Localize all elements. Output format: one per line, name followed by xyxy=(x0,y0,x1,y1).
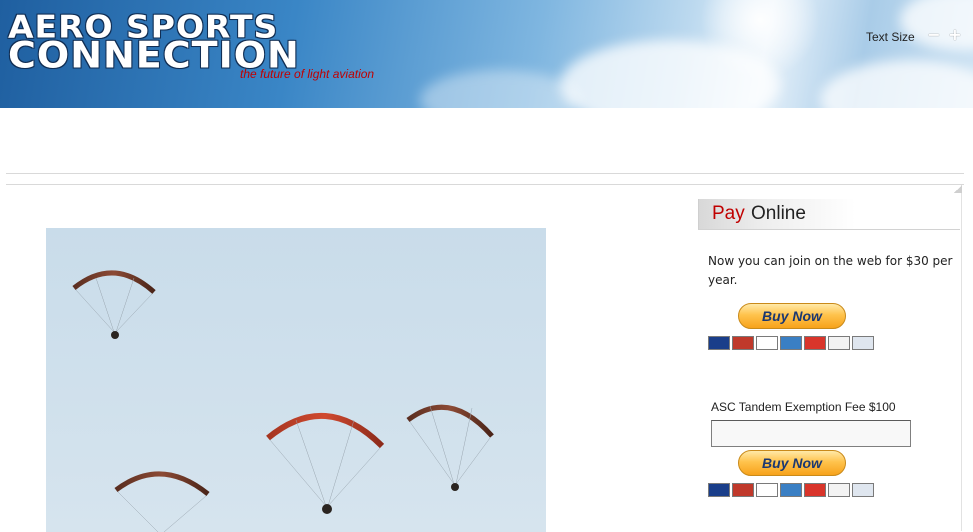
join-text: Now you can join on the web for $30 per … xyxy=(708,254,953,287)
mastercard-icon xyxy=(732,483,754,497)
unionpay-card-icon xyxy=(804,483,826,497)
paraglider xyxy=(406,404,494,485)
visa-card-icon xyxy=(756,483,778,497)
payment-cards xyxy=(708,483,874,497)
buy-now-button-tandem[interactable]: Buy Now xyxy=(738,450,846,476)
module-title-rest: Online xyxy=(751,203,806,224)
text-size-decrease-button[interactable]: − xyxy=(927,27,941,43)
bank-card-icon xyxy=(852,336,874,350)
paraglider xyxy=(114,471,210,532)
module-title-accent: Pay xyxy=(712,203,745,224)
payment-cards xyxy=(708,336,874,350)
amex-card-icon xyxy=(780,336,802,350)
amex-card-icon xyxy=(780,483,802,497)
divider xyxy=(6,173,964,174)
mastercard-icon xyxy=(732,336,754,350)
tandem-fee-label: ASC Tandem Exemption Fee $100 xyxy=(711,400,896,414)
pilot-figure xyxy=(111,331,119,339)
module-title: Pay Online xyxy=(698,199,960,230)
cloud-decoration xyxy=(820,60,973,108)
maestro-card-icon xyxy=(708,336,730,350)
cloud-decoration xyxy=(420,70,580,108)
paragliders-illustration xyxy=(72,270,494,532)
site-tagline: the future of light aviation xyxy=(240,67,375,81)
bank-card-icon xyxy=(852,483,874,497)
buy-now-button-membership[interactable]: Buy Now xyxy=(738,303,846,329)
module-border xyxy=(961,193,962,531)
pay-online-module: Pay Online Now you can join on the web f… xyxy=(698,185,964,532)
discover-card-icon xyxy=(828,483,850,497)
site-header: AERO SPORTS CONNECTION the future of lig… xyxy=(0,0,973,108)
paragliders-photo xyxy=(46,228,546,532)
visa-card-icon xyxy=(756,336,778,350)
pilot-figure xyxy=(451,483,459,491)
paraglider xyxy=(266,413,385,507)
discover-card-icon xyxy=(828,336,850,350)
maestro-card-icon xyxy=(708,483,730,497)
pilot-figure xyxy=(322,504,332,514)
text-size-increase-button[interactable]: + xyxy=(948,27,962,43)
corner-decoration xyxy=(954,185,962,193)
unionpay-card-icon xyxy=(804,336,826,350)
tandem-fee-input[interactable] xyxy=(711,420,911,447)
text-size-label: Text Size xyxy=(866,30,915,44)
paraglider xyxy=(72,270,156,333)
